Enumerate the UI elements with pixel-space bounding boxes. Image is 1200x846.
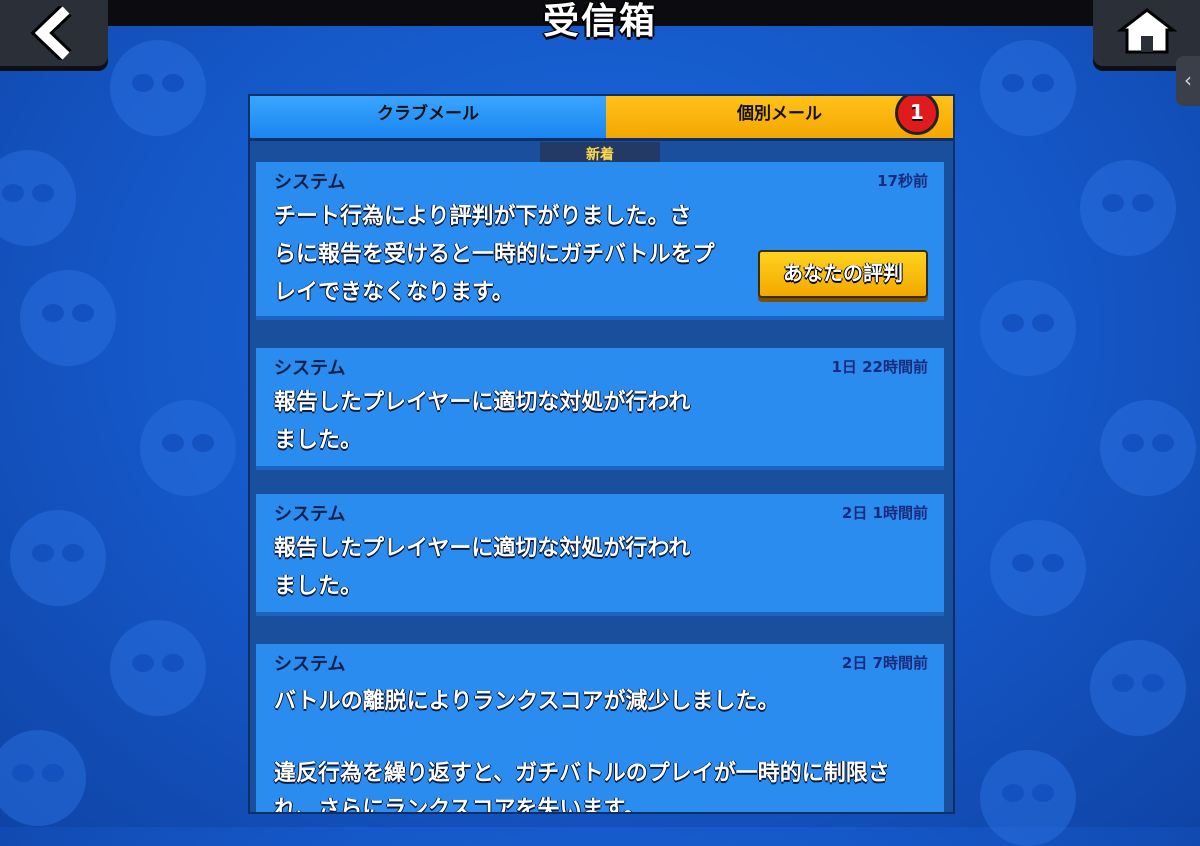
message-body: 報告したプレイヤーに適切な対処が行われ ました。 <box>274 390 691 453</box>
message-body: チート行為により評判が下がりました。さ らに報告を受けると一時的にガチバトルをプ… <box>274 204 715 305</box>
background-skull-icon <box>980 40 1076 136</box>
tab-personal-mail-label: 個別メール <box>737 104 822 124</box>
side-panel-handle[interactable]: ‹ <box>1176 56 1200 106</box>
chevron-left-small-icon: ‹ <box>1184 68 1192 92</box>
back-button[interactable] <box>0 0 108 66</box>
tab-bar: クラブメール 個別メール 1 <box>250 96 953 141</box>
unread-count-badge: 1 <box>895 96 939 135</box>
background-skull-icon <box>980 750 1076 846</box>
background-skull-icon <box>1080 160 1176 256</box>
message-time: 2日 1時間前 <box>841 504 928 522</box>
inbox-panel: クラブメール 個別メール 1 新着 システム 17秒前 チート行為により評判が下… <box>248 94 955 814</box>
background-skull-icon <box>1100 400 1196 496</box>
message-body: 報告したプレイヤーに適切な対処が行われ ました。 <box>274 536 691 599</box>
tab-club-mail-label: クラブメール <box>377 104 479 124</box>
message-sender: システム <box>274 654 346 675</box>
chevron-left-icon <box>30 6 72 60</box>
message-time: 1日 22時間前 <box>831 358 928 376</box>
background-skull-icon <box>20 270 116 366</box>
message-time: 17秒前 <box>877 172 928 190</box>
background-skull-icon <box>1090 640 1186 736</box>
background-skull-icon <box>990 520 1086 616</box>
message-card: システム 2日 1時間前 報告したプレイヤーに適切な対処が行われ ました。 <box>256 494 944 616</box>
message-card: システム 2日 7時間前 バトルの離脱によりランクスコアが減少しました。 違反行… <box>256 644 944 814</box>
background-skull-icon <box>980 280 1076 376</box>
message-body: バトルの離脱によりランクスコアが減少しました。 違反行為を繰り返すと、ガチバトル… <box>274 689 890 814</box>
message-sender: システム <box>274 504 346 525</box>
background-skull-icon <box>110 620 206 716</box>
your-reputation-button[interactable]: あなたの評判 <box>758 250 928 298</box>
home-icon <box>1117 8 1177 54</box>
message-card: システム 17秒前 チート行為により評判が下がりました。さ らに報告を受けると一… <box>256 162 944 320</box>
background-skull-icon <box>140 400 236 496</box>
page-title: 受信箱 <box>542 1 657 42</box>
background-skull-icon <box>10 510 106 606</box>
message-time: 2日 7時間前 <box>841 654 928 672</box>
message-sender: システム <box>274 172 346 193</box>
background-skull-icon <box>0 730 86 826</box>
tab-personal-mail[interactable]: 個別メール 1 <box>606 96 953 141</box>
background-skull-icon <box>110 40 206 136</box>
background-skull-icon <box>0 150 76 246</box>
message-card: システム 1日 22時間前 報告したプレイヤーに適切な対処が行われ ました。 <box>256 348 944 470</box>
tab-club-mail[interactable]: クラブメール <box>250 96 610 141</box>
message-sender: システム <box>274 358 346 379</box>
